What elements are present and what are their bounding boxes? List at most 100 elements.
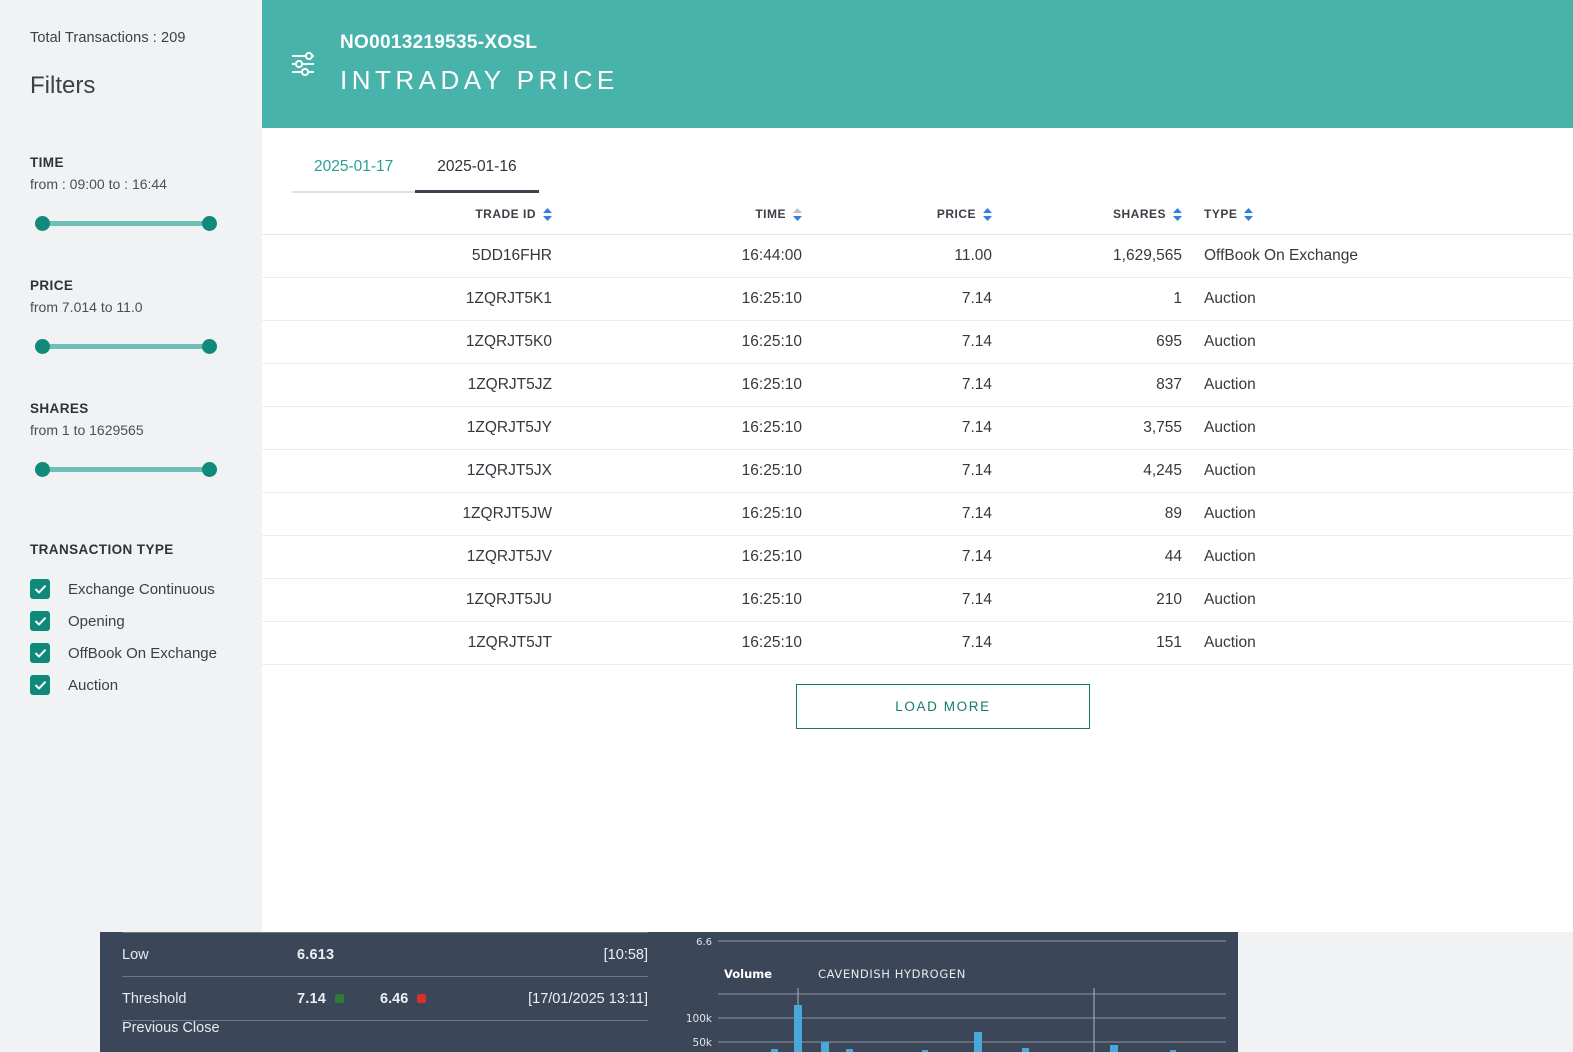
cell-trade-id: 1ZQRJT5JZ (262, 363, 552, 407)
table-row[interactable]: 1ZQRJT5JT 16:25:10 7.14 151 Auction (262, 621, 1573, 665)
cell-time: 16:25:10 (552, 277, 802, 321)
cell-trade-id: 1ZQRJT5JT (262, 621, 552, 665)
instrument-summary-panel: Low 6.613 [10:58] Threshold 7.14 6.46 [1… (100, 932, 1238, 1052)
cell-spacer (1412, 234, 1573, 278)
cell-spacer (1412, 449, 1573, 493)
tab-2025-01-17[interactable]: 2025-01-17 (292, 158, 416, 193)
cell-spacer (1412, 578, 1573, 622)
filters-heading: Filters (30, 72, 96, 99)
column-header-time[interactable]: TIME (552, 193, 802, 235)
price-slider-track[interactable] (38, 344, 214, 349)
cell-trade-id: 1ZQRJT5JW (262, 492, 552, 536)
sliders-icon[interactable] (290, 51, 318, 82)
price-filter-range: from 7.014 to 11.0 (30, 299, 143, 315)
summary-row-previous-close: Previous Close (122, 1021, 648, 1035)
column-header-price[interactable]: PRICE (802, 193, 992, 235)
summary-timestamp: [10:58] (603, 946, 648, 963)
summary-key: Threshold (122, 990, 187, 1007)
cell-type: Auction (1182, 406, 1412, 450)
summary-key: Low (122, 946, 149, 963)
price-slider-handle-max[interactable] (202, 339, 217, 354)
shares-slider-track[interactable] (38, 467, 214, 472)
price-filter-label: PRICE (30, 278, 74, 293)
cell-shares: 151 (992, 621, 1182, 665)
column-header-trade-id[interactable]: TRADE ID (262, 193, 552, 235)
table-row[interactable]: 5DD16FHR 16:44:00 11.00 1,629,565 OffBoo… (262, 234, 1573, 278)
shares-filter-range: from 1 to 1629565 (30, 422, 144, 438)
checkbox-label: Auction (68, 676, 119, 694)
y-tick-100k: 100k (686, 1013, 713, 1025)
cell-spacer (1412, 535, 1573, 579)
time-filter-range: from : 09:00 to : 16:44 (30, 176, 167, 192)
cell-trade-id: 1ZQRJT5JV (262, 535, 552, 579)
sort-icon[interactable] (1244, 207, 1254, 221)
shares-slider-handle-max[interactable] (202, 462, 217, 477)
cell-shares: 210 (992, 578, 1182, 622)
cell-time: 16:25:10 (552, 621, 802, 665)
checkbox-offbook-on-exchange[interactable]: OffBook On Exchange (30, 637, 232, 669)
time-slider-track[interactable] (38, 221, 214, 226)
shares-filter: SHARES from 1 to 1629565 (30, 401, 232, 480)
column-header-type[interactable]: TYPE (1182, 193, 1412, 235)
tab-2025-01-16[interactable]: 2025-01-16 (415, 158, 539, 193)
instrument-symbol: NO0013219535-XOSL (340, 32, 538, 53)
divider (122, 976, 648, 977)
load-more-container: LOAD MORE (262, 684, 1573, 729)
shares-slider-handle-min[interactable] (35, 462, 50, 477)
cell-type: Auction (1182, 578, 1412, 622)
intraday-price-page: Total Transactions : 209 Filters TIME fr… (0, 0, 1573, 1052)
time-slider-handle-max[interactable] (202, 216, 217, 231)
cell-spacer (1412, 277, 1573, 321)
threshold-up-indicator-icon (335, 994, 345, 1003)
shares-filter-label: SHARES (30, 401, 89, 416)
cell-spacer (1412, 406, 1573, 450)
sort-icon[interactable] (1173, 207, 1182, 221)
table-row[interactable]: 1ZQRJT5JV 16:25:10 7.14 44 Auction (262, 535, 1573, 579)
y-tick-50k: 50k (693, 1037, 713, 1049)
cell-type: Auction (1182, 277, 1412, 321)
table-row[interactable]: 1ZQRJT5JW 16:25:10 7.14 89 Auction (262, 492, 1573, 536)
cell-shares: 1 (992, 277, 1182, 321)
table-row[interactable]: 1ZQRJT5K1 16:25:10 7.14 1 Auction (262, 277, 1573, 321)
table-row[interactable]: 1ZQRJT5JY 16:25:10 7.14 3,755 Auction (262, 406, 1573, 450)
price-slider-handle-min[interactable] (35, 339, 50, 354)
volume-bar (1110, 1045, 1118, 1052)
time-range-slider[interactable] (30, 214, 222, 234)
cell-price: 7.14 (802, 492, 992, 536)
time-slider-handle-min[interactable] (35, 216, 50, 231)
sort-icon[interactable] (543, 207, 552, 221)
sort-icon[interactable] (793, 207, 802, 221)
cell-type: OffBook On Exchange (1182, 234, 1412, 278)
shares-range-slider[interactable] (30, 460, 222, 480)
column-label: TYPE (1204, 207, 1238, 221)
column-header-shares[interactable]: SHARES (992, 193, 1182, 235)
checkbox-auction[interactable]: Auction (30, 669, 232, 701)
cell-trade-id: 1ZQRJT5K1 (262, 277, 552, 321)
cell-time: 16:44:00 (552, 234, 802, 278)
checkbox-opening[interactable]: Opening (30, 605, 232, 637)
sort-icon[interactable] (983, 207, 992, 221)
cell-time: 16:25:10 (552, 406, 802, 450)
table-row[interactable]: 1ZQRJT5K0 16:25:10 7.14 695 Auction (262, 320, 1573, 364)
threshold-down-indicator-icon (417, 994, 427, 1003)
trades-table: TRADE ID TIME PRICE SHARES TYPE 5DD16FHR… (262, 193, 1573, 665)
table-row[interactable]: 1ZQRJT5JU 16:25:10 7.14 210 Auction (262, 578, 1573, 622)
cell-price: 7.14 (802, 363, 992, 407)
checkbox-label: Exchange Continuous (68, 580, 215, 598)
column-label: TIME (755, 207, 786, 221)
cell-time: 16:25:10 (552, 535, 802, 579)
load-more-button[interactable]: LOAD MORE (796, 684, 1090, 729)
summary-value: 6.613 (297, 946, 335, 963)
cell-spacer (1412, 492, 1573, 536)
table-row[interactable]: 1ZQRJT5JZ 16:25:10 7.14 837 Auction (262, 363, 1573, 407)
cell-type: Auction (1182, 449, 1412, 493)
transaction-type-label: TRANSACTION TYPE (30, 542, 174, 557)
checkbox-exchange-continuous[interactable]: Exchange Continuous (30, 573, 232, 605)
price-axis-tick: 6.6 (696, 937, 712, 948)
cell-price: 7.14 (802, 621, 992, 665)
table-row[interactable]: 1ZQRJT5JX 16:25:10 7.14 4,245 Auction (262, 449, 1573, 493)
column-header-spacer (1412, 193, 1573, 235)
page-header: NO0013219535-XOSL INTRADAY PRICE (262, 0, 1573, 128)
cell-trade-id: 5DD16FHR (262, 234, 552, 278)
price-range-slider[interactable] (30, 337, 222, 357)
